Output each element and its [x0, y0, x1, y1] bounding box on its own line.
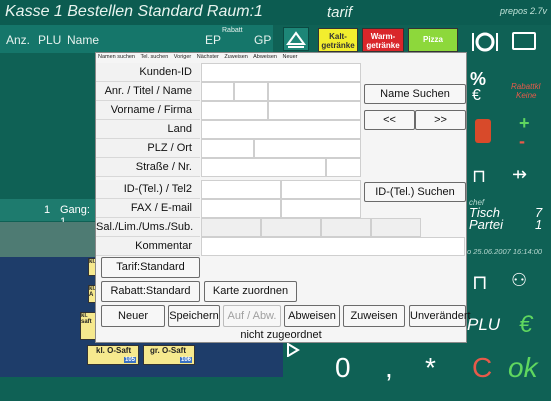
firma-field[interactable] — [268, 101, 361, 120]
label-sal: Sal./Lim./Ums./Sub. — [96, 218, 200, 237]
euro-pay-button[interactable]: € — [519, 311, 532, 339]
titel-field[interactable] — [234, 82, 268, 101]
col-gp: GP — [254, 33, 272, 47]
partei-label: Partei — [469, 217, 503, 232]
menu-neuer[interactable]: Neuer — [282, 54, 297, 60]
datetime-label: o 25.06.2007 16:14:00 — [467, 247, 543, 256]
menu-abweisen[interactable]: Abweisen — [253, 54, 277, 60]
zuweisen-button[interactable]: Zuweisen — [343, 305, 405, 327]
product-kl-saft[interactable]: kl. saft — [80, 312, 96, 340]
karte-zuordnen-button[interactable]: Karte zuordnen — [204, 281, 297, 302]
label-strasse: Straße / Nr. — [96, 158, 200, 177]
rabatt-button[interactable]: Rabatt:Standard — [101, 281, 200, 302]
email-field[interactable] — [281, 199, 361, 218]
product-kl-osaft[interactable]: kl. O-Saft 105 — [87, 345, 139, 365]
auf-abw-button[interactable]: Auf / Abw. — [223, 305, 281, 327]
label-vorname: Vorname / Firma — [96, 101, 200, 120]
table-icon[interactable]: ⊓ — [472, 270, 488, 295]
person-move-icon[interactable]: ⇸ — [512, 164, 527, 185]
tel2-field[interactable] — [281, 180, 361, 199]
play-arrow-icon[interactable] — [286, 342, 300, 362]
tarif-button[interactable]: Tarif:Standard — [101, 257, 200, 278]
plz-field[interactable] — [201, 139, 254, 158]
fax-field[interactable] — [201, 199, 281, 218]
name-field[interactable] — [268, 82, 361, 101]
sub-field — [371, 218, 421, 237]
key-zero[interactable]: 0 — [335, 352, 351, 384]
menu-namen-suchen[interactable]: Namen suchen — [98, 54, 135, 60]
scroll-up-button[interactable] — [283, 27, 309, 51]
plu-button[interactable]: PLU — [467, 315, 500, 335]
hausnr-field[interactable] — [326, 158, 361, 177]
menu-naechster[interactable]: Nächster — [197, 54, 219, 60]
prev-button[interactable]: << — [364, 110, 415, 130]
anrede-field[interactable] — [201, 82, 234, 101]
col-plu: PLU — [38, 33, 62, 47]
table-transfer-icon[interactable]: ⊓ — [472, 166, 486, 187]
product-gr-osaft[interactable]: gr. O-Saft 106 — [143, 345, 195, 365]
plate-icon[interactable] — [470, 30, 498, 60]
order-qty: 1 — [44, 204, 51, 216]
receipt-icon[interactable] — [512, 32, 536, 50]
neuer-button[interactable]: Neuer — [101, 305, 165, 327]
mode-label: tarif — [327, 4, 353, 21]
label-anrede: Anr. / Titel / Name — [96, 82, 200, 101]
guests-icon[interactable]: ⚇ — [511, 270, 527, 291]
partei-number: 1 — [535, 217, 543, 232]
key-multiply[interactable]: * — [425, 352, 436, 384]
order-header: Anz. PLU Name EP Rabatt GP — [0, 25, 273, 53]
col-anz: Anz. — [6, 33, 31, 47]
trash-icon[interactable] — [475, 119, 491, 143]
euro-icon[interactable]: € — [472, 87, 481, 105]
key-ok[interactable]: ok — [508, 352, 538, 384]
title-bar: Kasse 1 Bestellen Standard Raum:1 tarif … — [0, 0, 551, 25]
tel-field[interactable] — [201, 180, 281, 199]
vorname-field[interactable] — [201, 101, 268, 120]
arrow-up-icon — [286, 31, 306, 48]
menu-zuweisen[interactable]: Zuweisen — [224, 54, 248, 60]
order-empty — [0, 222, 95, 257]
ort-field[interactable] — [254, 139, 361, 158]
label-tel: ID-(Tel.) / Tel2 — [96, 180, 200, 199]
minus-icon[interactable]: - — [519, 131, 525, 152]
status-text: nicht zugeordnet — [240, 329, 322, 341]
col-ep: EP — [205, 33, 222, 47]
sal-field — [201, 218, 261, 237]
customer-dialog: Namen suchen Tel. suchen Voriger Nächste… — [95, 52, 471, 343]
key-clear[interactable]: C — [472, 352, 492, 384]
label-fax: FAX / E-mail — [96, 199, 200, 218]
kommentar-field[interactable] — [201, 237, 465, 256]
menu-tel-suchen[interactable]: Tel. suchen — [140, 54, 168, 60]
rabattkl-value: Keine — [516, 91, 537, 100]
dialog-menu: Namen suchen Tel. suchen Voriger Nächste… — [98, 54, 301, 60]
category-kaltgetraenke[interactable]: Kalt- getränke — [318, 28, 358, 52]
category-warmgetraenke[interactable]: Warm- getränke — [362, 28, 404, 52]
side-panel: % € Rabattkl Keine + - ⊓ ⇸ chef Tisch 7 … — [467, 65, 551, 395]
tel-suchen-button[interactable]: ID-(Tel.) Suchen — [364, 182, 466, 202]
category-pizza[interactable]: Pizza — [408, 28, 458, 52]
kunden-id-field[interactable] — [201, 63, 361, 82]
order-row[interactable]: 1 Gang: 1 — [0, 199, 95, 228]
col-rabatt: Rabatt — [222, 27, 243, 34]
land-field[interactable] — [201, 120, 361, 139]
label-kunden-id: Kunden-ID — [96, 63, 200, 82]
col-name: Name — [67, 33, 100, 47]
name-suchen-button[interactable]: Name Suchen — [364, 84, 466, 104]
next-button[interactable]: >> — [415, 110, 466, 130]
label-kommentar: Kommentar — [96, 237, 200, 256]
menu-voriger[interactable]: Voriger — [174, 54, 191, 60]
rabattkl-label: Rabattkl — [511, 82, 541, 91]
window-title: Kasse 1 Bestellen Standard Raum:1 — [5, 3, 263, 20]
ums-field — [321, 218, 371, 237]
label-land: Land — [96, 120, 200, 139]
speichern-button[interactable]: Speichern — [168, 305, 220, 327]
abweisen-button[interactable]: Abweisen — [284, 305, 340, 327]
label-plz: PLZ / Ort — [96, 139, 200, 158]
strasse-field[interactable] — [201, 158, 326, 177]
unveraendert-button[interactable]: Unverändert — [409, 305, 471, 327]
key-comma[interactable]: , — [385, 352, 393, 384]
lim-field — [261, 218, 321, 237]
version-label: prepos 2.7v — [499, 6, 547, 16]
order-list — [0, 53, 95, 198]
